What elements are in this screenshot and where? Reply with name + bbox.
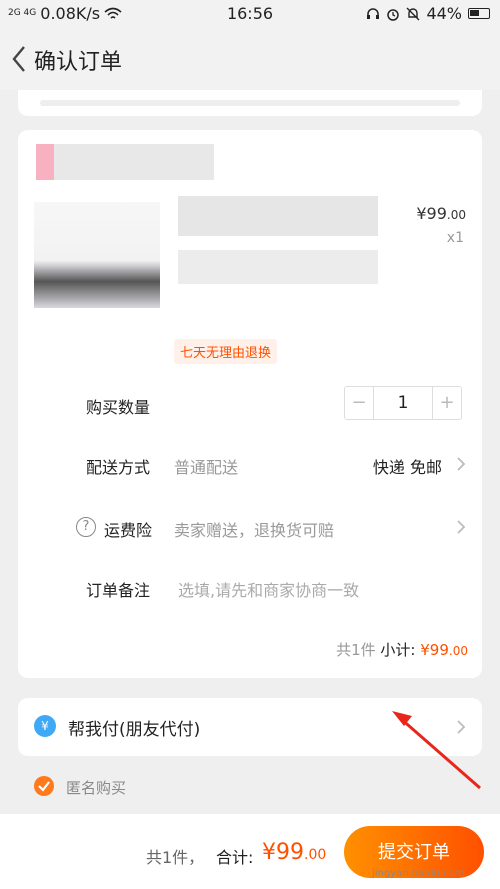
order-card: ¥99.00 x1 七天无理由退换 购买数量 − 1 + 配送方式 普通配送 快… [18, 130, 482, 678]
anonymous-label: 匿名购买 [66, 779, 127, 797]
chevron-right-icon[interactable] [456, 719, 466, 735]
product-spec-blurred [178, 250, 378, 284]
subtotal-amount: ¥99.00 [420, 641, 468, 659]
subtotal-count: 共1件 [336, 641, 376, 659]
quantity-label: 购买数量 [86, 398, 151, 417]
item-price: ¥99.00 [416, 204, 466, 223]
subtotal: 共1件 小计: ¥99.00 [336, 639, 468, 660]
product-image-blurred[interactable] [34, 202, 160, 308]
alarm-icon [387, 8, 400, 21]
headset-icon [367, 7, 380, 19]
check-icon [38, 781, 50, 792]
friend-pay-card[interactable]: ¥ 帮我付(朋友代付) [18, 698, 482, 756]
chevron-right-icon[interactable] [456, 456, 466, 472]
dnd-icon [406, 7, 420, 20]
page-title: 确认订单 [34, 50, 123, 75]
return-policy-badge: 七天无理由退换 [174, 339, 278, 364]
help-icon[interactable]: ? [76, 517, 96, 537]
address-card[interactable] [18, 90, 482, 116]
shop-name-blurred [36, 144, 214, 180]
total-label: 合计: [216, 848, 254, 867]
decrease-button[interactable]: − [345, 387, 373, 419]
yuan-coin-icon: ¥ [34, 715, 56, 737]
chevron-right-icon[interactable] [456, 519, 466, 535]
note-input[interactable]: 选填,请先和商家协商一致 [178, 577, 359, 601]
total-count: 共1件， [146, 848, 205, 867]
total-amount: ¥99.00 [262, 840, 327, 865]
back-arrow-icon[interactable] [8, 42, 30, 76]
item-quantity: x1 [446, 230, 464, 246]
friend-pay-label: 帮我付(朋友代付) [68, 720, 201, 740]
title-bar: 确认订单 [0, 28, 500, 90]
delivery-method[interactable]: 普通配送 [174, 454, 238, 478]
shop-logo-blurred [36, 144, 54, 180]
status-bar: 2G 4G 0.08K/s 16:56 44% [0, 0, 500, 28]
delivery-fee[interactable]: 快递 免邮 [373, 454, 442, 478]
increase-button[interactable]: + [433, 387, 461, 419]
quantity-value[interactable]: 1 [373, 387, 433, 419]
subtotal-label: 小计: [380, 641, 416, 659]
battery-icon [468, 8, 490, 19]
anonymous-checkbox[interactable] [34, 776, 54, 796]
insurance-value[interactable]: 卖家赠送，退换货可赔 [174, 517, 334, 541]
delivery-label: 配送方式 [86, 458, 151, 477]
product-title-blurred[interactable] [178, 196, 378, 236]
battery-level: 44% [426, 4, 462, 23]
note-label: 订单备注 [86, 581, 151, 600]
insurance-label: 运费险 [104, 521, 153, 540]
watermark: jingyan.baidu.com [372, 868, 465, 879]
quantity-stepper[interactable]: − 1 + [344, 386, 462, 420]
